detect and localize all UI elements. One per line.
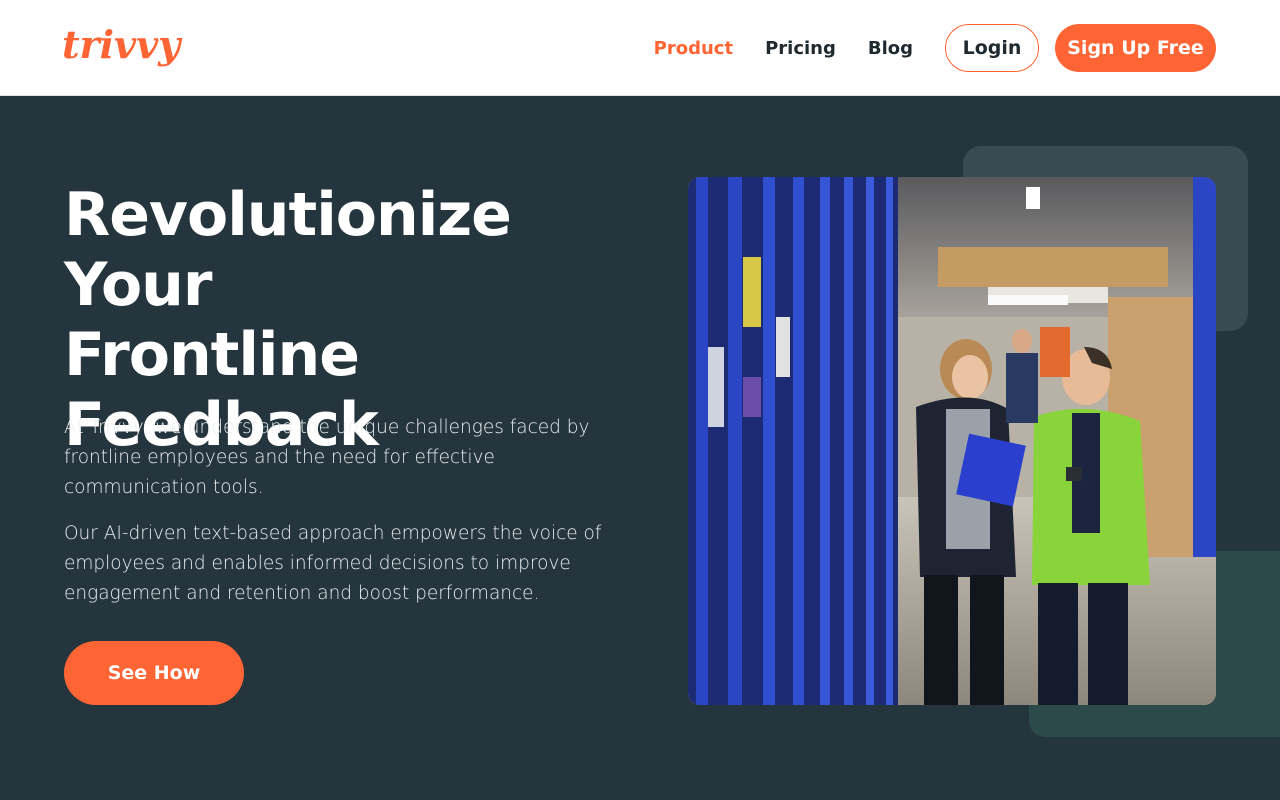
main-nav: Product Pricing Blog Login Sign Up Free (654, 24, 1216, 72)
nav-link-blog[interactable]: Blog (868, 38, 913, 59)
warehouse-workers-photo (688, 177, 1216, 705)
nav-link-pricing[interactable]: Pricing (765, 38, 836, 59)
login-button[interactable]: Login (945, 24, 1039, 72)
hero-title-line-2: Frontline (64, 320, 360, 390)
hero-title-line-1: Revolutionize Your (64, 180, 512, 320)
trivvy-logo[interactable]: trivvy (62, 22, 180, 67)
top-navigation-bar: trivvy Product Pricing Blog Login Sign U… (0, 0, 1280, 96)
nav-link-product[interactable]: Product (654, 38, 733, 59)
sign-up-free-button[interactable]: Sign Up Free (1055, 24, 1216, 72)
see-how-button[interactable]: See How (64, 641, 244, 705)
hero-paragraph-1: At Trivvy, we understand the unique chal… (64, 417, 590, 498)
hero-paragraph-2: Our AI-driven text-based approach empowe… (64, 523, 602, 604)
